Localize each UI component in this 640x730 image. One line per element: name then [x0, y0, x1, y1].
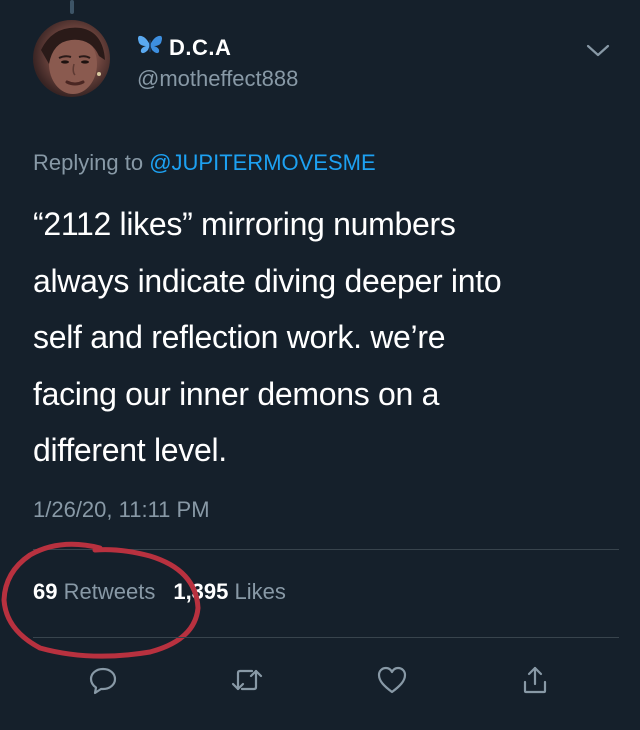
tweet-stats: 69 Retweets 1,395 Likes: [33, 579, 286, 605]
retweets-label: Retweets: [63, 579, 156, 604]
tweet-text: “2112 likes” mirroring numbers always in…: [33, 206, 502, 468]
divider: [33, 549, 619, 550]
butterfly-icon: [137, 34, 163, 61]
likes-count: 1,395: [173, 579, 229, 604]
reply-mention-link[interactable]: @JUPITERMOVESME: [149, 150, 375, 175]
author-display-name: D.C.A: [169, 34, 232, 60]
retweet-icon[interactable]: [222, 655, 272, 705]
retweets-count: 69: [33, 579, 58, 604]
heart-icon[interactable]: [367, 655, 417, 705]
replying-to-label: Replying to: [33, 150, 150, 175]
chevron-down-icon[interactable]: [584, 38, 612, 62]
reply-icon[interactable]: [78, 655, 128, 705]
retweets-stat[interactable]: 69 Retweets: [33, 579, 155, 605]
likes-stat[interactable]: 1,395 Likes: [173, 579, 286, 605]
tweet-actions: [0, 655, 640, 715]
tweet-timestamp[interactable]: 1/26/20, 11:11 PM: [33, 497, 210, 523]
thread-line: [70, 0, 74, 14]
author-name-row[interactable]: D.C.A: [137, 34, 231, 61]
author-handle[interactable]: @motheffect888: [137, 66, 298, 92]
share-icon[interactable]: [510, 655, 560, 705]
likes-label: Likes: [234, 579, 286, 604]
divider: [33, 637, 619, 638]
replying-to: Replying to @JUPITERMOVESME: [33, 150, 376, 176]
avatar[interactable]: [33, 20, 110, 97]
